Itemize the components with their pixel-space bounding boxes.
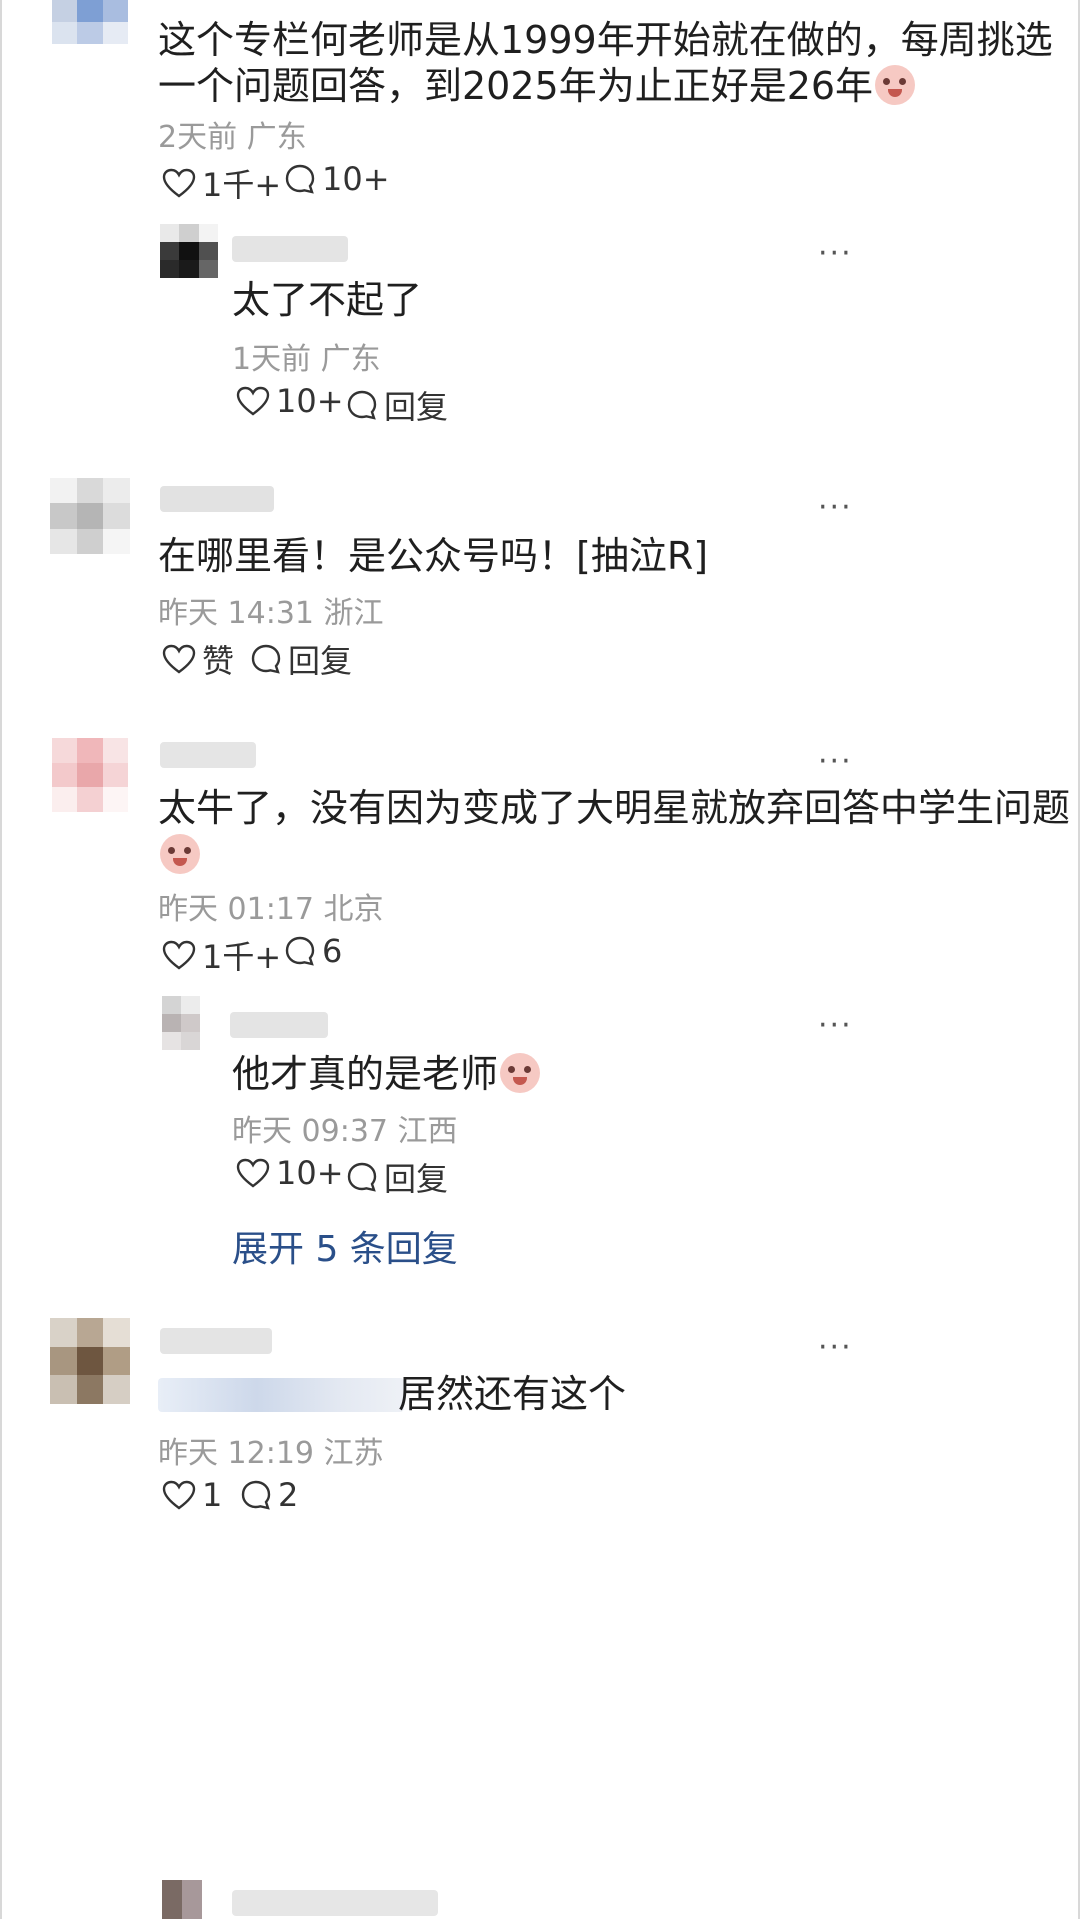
username-blurred[interactable] [230,1012,328,1038]
like-button[interactable]: 10+ [236,382,344,420]
username-blurred[interactable] [232,1890,438,1916]
left-frame-line [0,0,2,1919]
more-icon[interactable]: ··· [818,490,853,525]
reply-button[interactable]: 回复 [346,382,448,428]
reply-meta: 昨天 09:37 江西 [232,1114,458,1149]
comment-bubble-icon [347,1162,377,1192]
avatar[interactable] [52,0,128,44]
comment-button[interactable]: 2 [240,1476,298,1514]
like-count: 1 [202,1476,223,1514]
like-button[interactable]: 1千+ [162,932,281,978]
comment-emoji-line [158,834,200,874]
comment-bubble-icon [241,1480,271,1510]
comment-text-line2: 一个问题回答，到2025年为止正好是26年 [158,58,916,114]
comment-count: 6 [322,932,343,970]
heart-icon [162,644,196,674]
like-button[interactable]: 1 [162,1476,222,1514]
like-count: 1千+ [202,166,282,204]
comment-meta: 昨天 01:17 北京 [158,892,384,927]
heart-icon [236,386,270,416]
like-count: 1千+ [202,938,282,976]
like-label: 赞 [202,642,235,680]
comment-button[interactable]: 6 [284,932,342,970]
expand-replies-link[interactable]: 展开 5 条回复 [232,1220,458,1272]
like-count: 10+ [276,382,344,420]
comment-text: 居然还有这个 [398,1372,627,1416]
reply-meta: 1天前 广东 [232,342,381,377]
more-icon[interactable]: ··· [818,744,853,779]
comment-count: 10+ [322,160,390,198]
mention-blurred[interactable] [158,1378,404,1412]
more-icon[interactable]: ··· [818,236,853,271]
avatar[interactable] [162,1880,202,1919]
like-button[interactable]: 10+ [236,1154,344,1192]
crying-face-emoji-icon [875,65,916,105]
crying-face-emoji-icon [500,1053,541,1093]
comment-bubble-icon [251,644,281,674]
more-icon[interactable]: ··· [818,1008,853,1043]
reply-label: 回复 [384,1160,449,1198]
avatar[interactable] [50,478,130,554]
comment-bubble-icon [285,164,315,194]
avatar[interactable] [50,1318,130,1404]
avatar[interactable] [162,996,200,1050]
comment-text: 在哪里看！是公众号吗！[抽泣R] [158,534,709,578]
comment-bubble-icon [347,390,377,420]
like-button[interactable]: 1千+ [162,160,281,206]
like-button[interactable]: 赞 [162,636,234,682]
comment-meta: 2天前 广东 [158,120,307,155]
like-count: 10+ [276,1154,344,1192]
reply-text: 他才真的是老师 [232,1046,541,1102]
username-blurred[interactable] [232,236,348,262]
comment-meta: 昨天 12:19 江苏 [158,1436,384,1471]
reply-label: 回复 [288,642,353,680]
avatar[interactable] [160,224,218,278]
comment-count: 2 [278,1476,299,1514]
heart-icon [162,1480,196,1510]
reply-button[interactable]: 回复 [346,1154,448,1200]
username-blurred[interactable] [160,486,274,512]
comment-button[interactable]: 10+ [284,160,390,198]
heart-icon [162,940,196,970]
comment-meta: 昨天 14:31 浙江 [158,596,384,631]
avatar[interactable] [52,738,128,812]
username-blurred[interactable] [160,1328,272,1354]
reply-text: 太了不起了 [232,278,423,322]
heart-icon [236,1158,270,1188]
username-blurred[interactable] [160,742,256,768]
reply-label: 回复 [384,388,449,426]
comment-text: 太牛了，没有因为变成了大明星就放弃回答中学生问题 [158,786,1071,830]
comment-bubble-icon [285,936,315,966]
heart-icon [162,168,196,198]
more-icon[interactable]: ··· [818,1330,853,1365]
crying-face-emoji-icon [160,834,200,874]
reply-button[interactable]: 回复 [250,636,352,682]
